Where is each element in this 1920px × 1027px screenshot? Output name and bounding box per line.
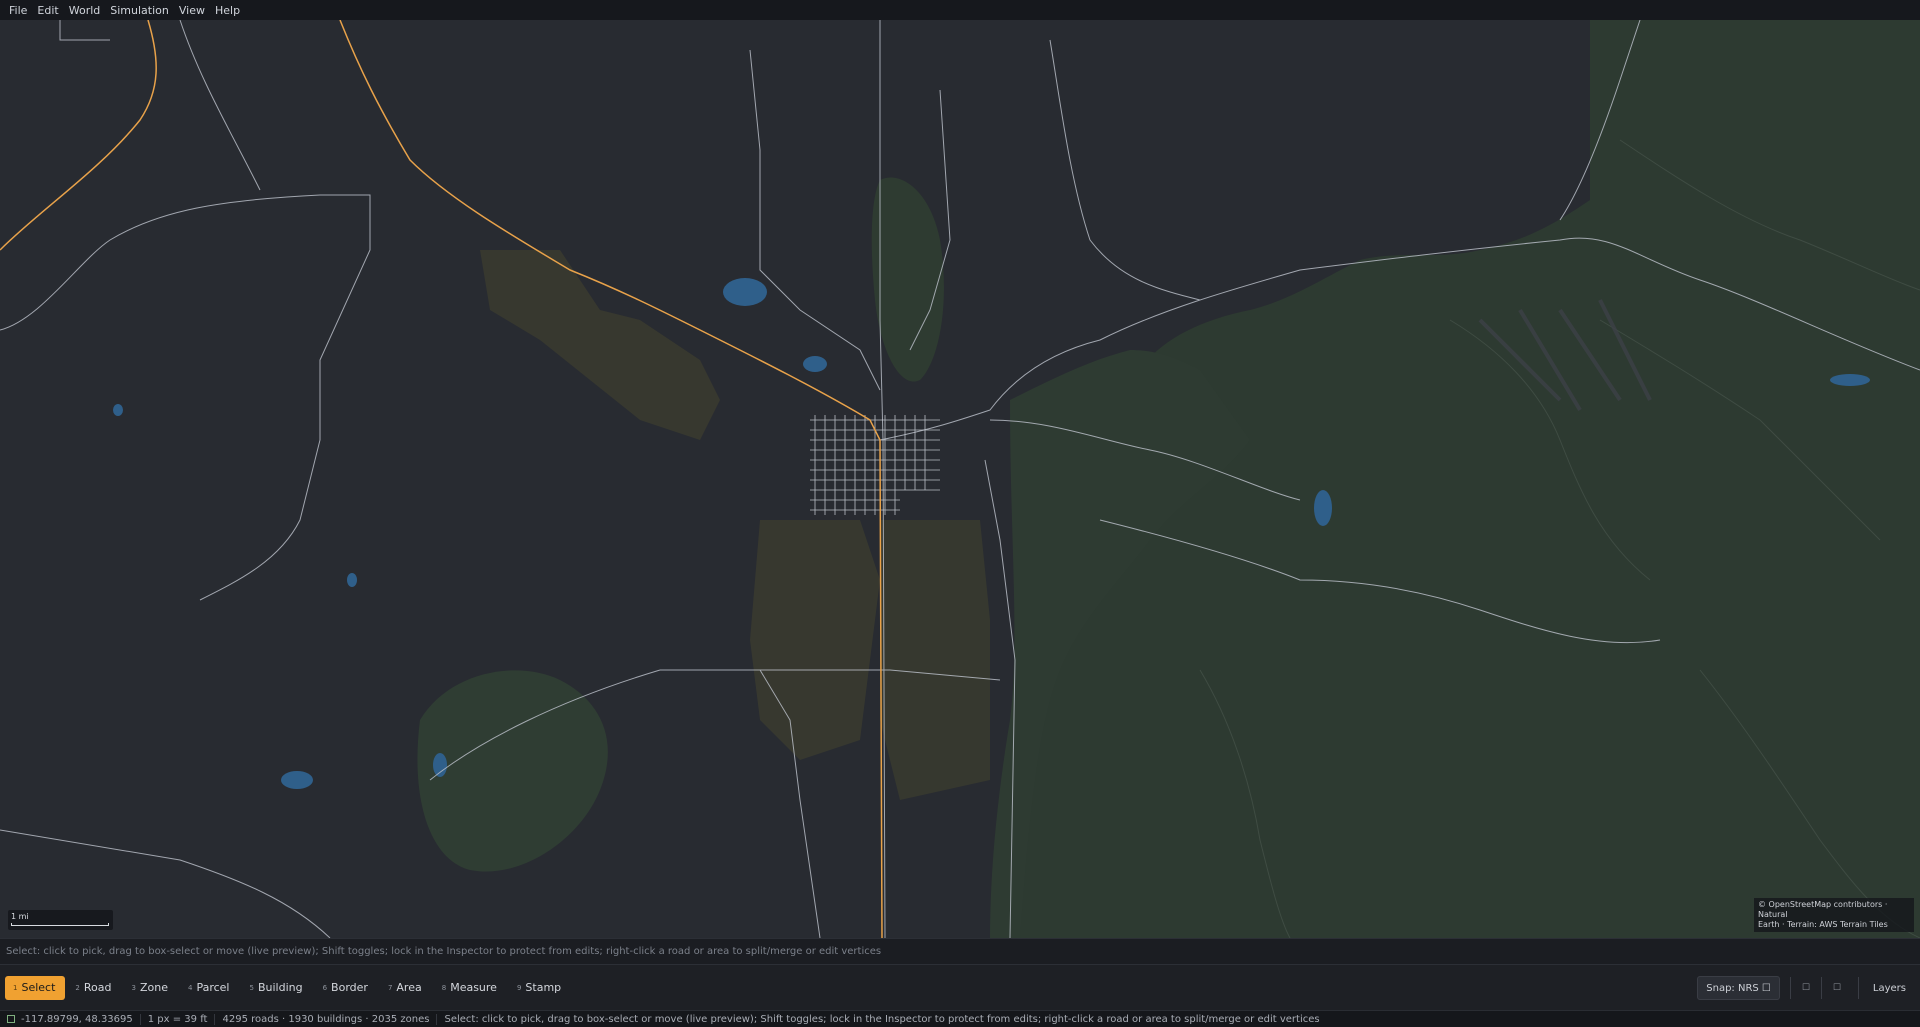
- agri-area-2: [750, 520, 880, 760]
- tool-road-label: Road: [83, 981, 112, 994]
- snap-toggle-button[interactable]: Snap: NRS ☐: [1697, 976, 1780, 1000]
- menu-help[interactable]: Help: [210, 4, 245, 17]
- road-nw-1: [59, 20, 110, 41]
- lake-7: [1830, 374, 1870, 386]
- tool-border-label: Border: [331, 981, 368, 994]
- tool-measure-label: Measure: [450, 981, 497, 994]
- tool-parcel-key: 4: [187, 983, 193, 992]
- scale-bar-label: 1 mi: [11, 912, 29, 921]
- forest-patch-valley: [871, 177, 944, 382]
- tool-zone-key: 3: [131, 983, 136, 992]
- road-west-hill: [179, 20, 261, 191]
- tool-area-key: 7: [387, 983, 393, 992]
- menu-file[interactable]: File: [4, 4, 32, 17]
- attribution-line-2: Earth · Terrain: AWS Terrain Tiles: [1758, 920, 1888, 929]
- agri-area-3: [880, 520, 990, 800]
- tool-area-label: Area: [396, 981, 422, 994]
- tool-building-key: 5: [249, 983, 254, 992]
- status-scale: 1 px = 39 ft: [141, 1013, 216, 1025]
- tool-palette: 1 Select 2 Road 3 Zone 4 Parcel 5 Buildi…: [0, 964, 1920, 1010]
- road-west-2: [749, 49, 881, 391]
- tool-road-key: 2: [75, 983, 80, 992]
- map-graphics: [0, 20, 1920, 938]
- menu-world[interactable]: World: [64, 4, 106, 17]
- tool-border-button[interactable]: 6 Border: [315, 976, 378, 1000]
- view-toggle-button-1[interactable]: ☐: [1789, 977, 1821, 999]
- scale-bar-line: [11, 923, 109, 926]
- view-toggle-button-2[interactable]: ☐: [1820, 977, 1852, 999]
- menu-bar: File Edit World Simulation View Help: [0, 0, 1920, 20]
- lake-3: [803, 356, 827, 372]
- lake-8: [347, 573, 357, 587]
- road-west-1: [0, 194, 371, 601]
- tool-parcel-label: Parcel: [196, 981, 230, 994]
- tool-zone-label: Zone: [139, 981, 168, 994]
- tool-measure-key: 8: [441, 983, 447, 992]
- tool-zone-button[interactable]: 3 Zone: [123, 976, 177, 1000]
- status-coords: -117.89799, 48.33695: [21, 1013, 133, 1025]
- tool-select-label: Select: [21, 981, 56, 994]
- menu-edit[interactable]: Edit: [32, 4, 63, 17]
- layers-button[interactable]: Layers: [1857, 977, 1920, 999]
- menu-view[interactable]: View: [174, 4, 210, 17]
- lake-5: [433, 753, 447, 777]
- highway-395: [0, 20, 157, 251]
- road-north-mid: [1049, 39, 1201, 301]
- lake-4: [281, 771, 313, 789]
- status-counts: 4295 roads · 1930 buildings · 2035 zones: [215, 1013, 438, 1025]
- tool-select-button[interactable]: 1 Select: [5, 975, 66, 1000]
- attribution-line-1: © OpenStreetMap contributors · Natural: [1758, 900, 1888, 919]
- tool-stamp-label: Stamp: [525, 981, 562, 994]
- scale-bar: 1 mi: [8, 910, 113, 930]
- status-indicator-icon: [7, 1014, 15, 1023]
- tool-area-button[interactable]: 7 Area: [380, 976, 432, 1000]
- tool-building-label: Building: [257, 981, 303, 994]
- agri-area-1: [480, 250, 720, 440]
- map-attribution: © OpenStreetMap contributors · Natural E…: [1754, 898, 1914, 932]
- map-canvas[interactable]: 1 mi © OpenStreetMap contributors · Natu…: [0, 20, 1920, 938]
- menu-simulation[interactable]: Simulation: [105, 4, 174, 17]
- tool-hint-text: Select: click to pick, drag to box-selec…: [6, 946, 882, 957]
- tool-select-key: 1: [13, 983, 18, 992]
- lake-6: [113, 404, 123, 416]
- tool-stamp-button[interactable]: 9 Stamp: [509, 976, 571, 1000]
- tool-building-button[interactable]: 5 Building: [241, 976, 312, 1000]
- status-message: Select: click to pick, drag to box-selec…: [444, 1013, 1320, 1025]
- tool-parcel-button[interactable]: 4 Parcel: [180, 976, 240, 1000]
- status-coords-cell: -117.89799, 48.33695: [0, 1013, 141, 1025]
- status-bar: -117.89799, 48.33695 1 px = 39 ft 4295 r…: [0, 1010, 1920, 1027]
- tool-road-button[interactable]: 2 Road: [67, 976, 121, 1000]
- tool-measure-button[interactable]: 8 Measure: [434, 976, 507, 1000]
- tool-border-key: 6: [322, 983, 328, 992]
- lake-2: [1314, 490, 1332, 526]
- toolbar-right-group: Snap: NRS ☐ ☐ ☐ Layers: [1697, 965, 1920, 1011]
- tool-hint-bar: Select: click to pick, drag to box-selec…: [0, 938, 1920, 964]
- lake-1: [723, 278, 767, 306]
- tool-stamp-key: 9: [516, 983, 522, 992]
